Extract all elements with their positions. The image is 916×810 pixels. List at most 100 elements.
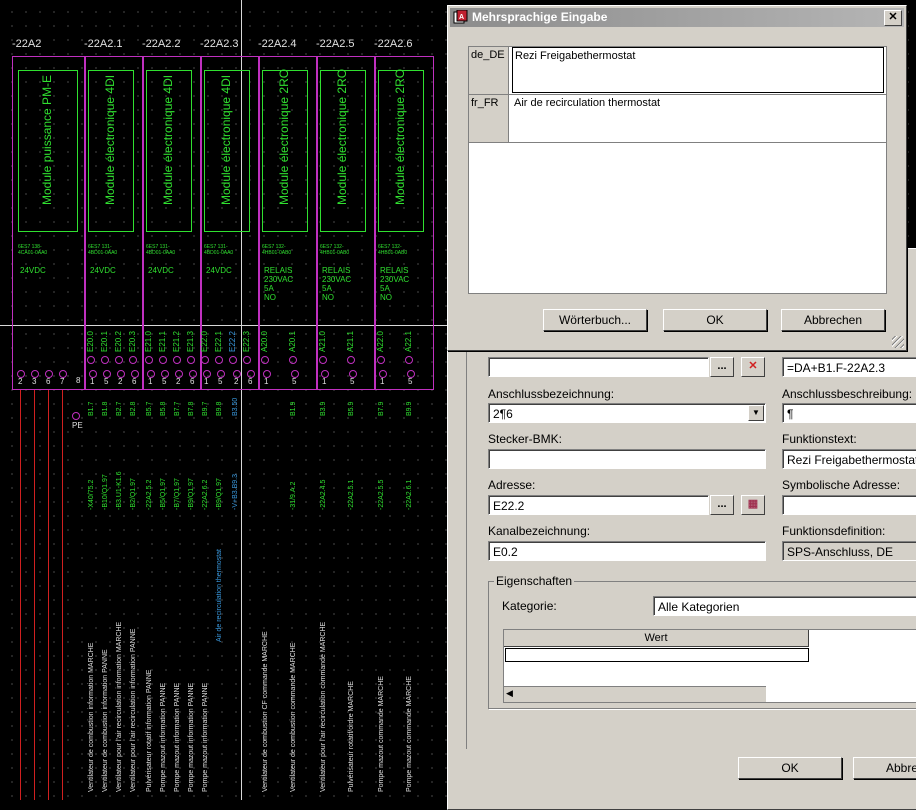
channel-label: E22.3 [242,331,251,352]
funktionsdef-field[interactable]: SPS-Anschluss, DE [782,541,916,561]
pin-number: 2 [176,377,181,386]
terminal-code: B9.8 [216,401,223,416]
resize-grip-icon[interactable] [892,336,904,348]
channel-connector[interactable] [187,356,195,364]
terminal-code: B7.9 [378,401,385,416]
signal-description: Ventilateur pour l'air recirculation inf… [130,628,137,792]
kategorie-label: Kategorie: [502,599,557,613]
funktionstext-input[interactable]: Rezi Freigabethermostat [782,449,916,469]
signal-description: Pompe mazout information PANNE [174,682,181,792]
lang-text-input[interactable]: Air de recirculation thermostat [512,95,884,141]
ok-button[interactable]: OK [663,309,767,331]
adresse-browse-button[interactable]: ... [710,495,734,515]
channel-connector[interactable] [405,356,413,364]
terminal-code: B1.7 [88,401,95,416]
dictionary-button[interactable]: Wörterbuch... [543,309,647,331]
channel-connector[interactable] [115,356,123,364]
property-grid[interactable]: Wert ◀ [503,629,916,703]
delete-icon: ✕ [748,360,758,372]
lang-code: de_DE [469,47,509,94]
pe-label: PE [72,421,83,430]
grid-scrollbar[interactable]: ◀ [504,686,766,702]
module-tag: -22A2.4 [258,38,297,50]
channel-label: E20.1 [100,331,109,352]
channel-connector[interactable] [319,356,327,364]
scroll-left-icon[interactable]: ◀ [506,688,513,699]
module-title: Module électronique 4DI [161,74,175,205]
channel-connector[interactable] [159,356,167,364]
anschlussbeschreibung-label: Anschlussbeschreibung: [782,387,913,401]
adresse-plc-button[interactable]: ▦ [741,495,765,515]
pin-number: 1 [264,377,269,386]
grid-row[interactable] [505,648,809,662]
chevron-down-icon[interactable]: ▼ [748,405,764,421]
terminal-code: B2.8 [130,401,137,416]
lang-row-de[interactable]: de_DE Rezi Freigabethermostat [469,47,886,95]
kanal-input[interactable]: E0.2 [488,541,766,561]
app-icon: A [453,9,468,25]
close-icon[interactable]: ✕ [884,10,902,26]
channel-label: A21.0 [318,331,327,352]
signal-description: Pompe mazout information PANNE [160,682,167,792]
pin-number: 5 [292,377,297,386]
terminal-code: B7.8 [188,401,195,416]
channel-connector[interactable] [101,356,109,364]
dt-full-field[interactable]: =DA+B1.F-22A2.3 [782,357,916,377]
pin-number: 5 [162,377,167,386]
anschlussbezeichnung-combo[interactable]: 2¶6 [488,403,766,423]
channel-connector[interactable] [145,356,153,364]
module-spec: 24VDC [148,266,174,275]
terminal-code: B2.7 [116,401,123,416]
pin-number: 5 [218,377,223,386]
kategorie-combo[interactable]: Alle Kategorien [653,596,916,616]
channel-label: E21.2 [172,331,181,352]
props-cancel-button[interactable]: Abbrec [853,757,916,779]
channel-connector[interactable] [201,356,209,364]
stecker-input[interactable] [488,449,766,469]
channel-connector[interactable] [261,356,269,364]
module-tag: -22A2.1 [84,38,123,50]
wire-code: -B5/Q1.97 [160,478,167,510]
module-spec: 24VDC [90,266,116,275]
channel-label: E21.3 [186,331,195,352]
signal-description: Pulvérisateur rotatif information PANNE [146,669,153,792]
props-ok-button[interactable]: OK [738,757,842,779]
channel-connector[interactable] [289,356,297,364]
channel-connector[interactable] [377,356,385,364]
channel-label: E21.0 [144,331,153,352]
lang-row-fr[interactable]: fr_FR Air de recirculation thermostat [469,95,886,143]
channel-connector[interactable] [87,356,95,364]
channel-connector[interactable] [347,356,355,364]
multilang-grid[interactable]: de_DE Rezi Freigabethermostat fr_FR Air … [468,46,887,294]
dt-delete-button[interactable]: ✕ [741,357,765,377]
wire-code: -22A2.4.5 [320,479,327,510]
pe-connector[interactable] [72,412,80,420]
channel-connector[interactable] [173,356,181,364]
plc-icon: ▦ [747,498,759,510]
wire-code: -22A2.6.1 [406,479,413,510]
module-title: Module électronique 4DI [219,74,233,205]
wire-code: -31/9.A.2 [290,481,297,510]
lang-text-input[interactable]: Rezi Freigabethermostat [512,47,884,93]
stecker-label: Stecker-BMK: [488,432,563,446]
signal-description: Ventilateur pour l'air recirculation com… [320,621,327,792]
module-tag: -22A2.3 [200,38,239,50]
cancel-button[interactable]: Abbrechen [781,309,885,331]
multilang-titlebar[interactable]: A Mehrsprachige Eingabe ✕ [450,8,904,27]
channel-label: A21.1 [346,331,355,352]
channel-connector[interactable] [229,356,237,364]
pin-number: 7 [60,377,65,386]
symbolische-input[interactable] [782,495,916,515]
module-part-number: 6ES7 131- 4BD01-0AA0 [88,244,118,256]
anschlussbeschreibung-input[interactable]: ¶ [782,403,916,423]
adresse-input[interactable]: E22.2 [488,495,709,515]
signal-description: Pompe mazout information PANNE [188,682,195,792]
channel-connector[interactable] [129,356,137,364]
dt-browse-button[interactable]: ... [710,357,734,377]
channel-connector[interactable] [215,356,223,364]
grid-header-wert[interactable]: Wert [504,630,809,647]
dt-input[interactable] [488,357,709,377]
terminal-code: B3.50 [232,397,239,416]
module-tag: -22A2.2 [142,38,181,50]
channel-connector[interactable] [243,356,251,364]
